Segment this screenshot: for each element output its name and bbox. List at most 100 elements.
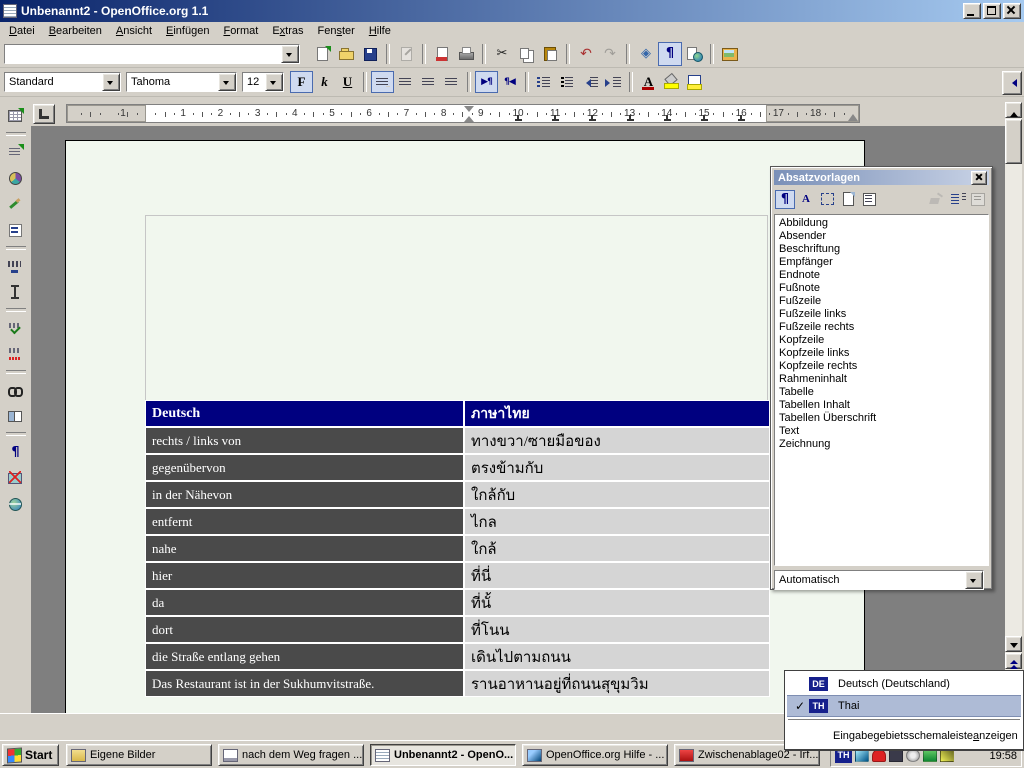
vertical-scrollbar[interactable] bbox=[1005, 102, 1022, 686]
insert-object-button[interactable] bbox=[4, 166, 28, 190]
spellcheck-button[interactable] bbox=[4, 316, 28, 340]
align-left-button[interactable] bbox=[371, 71, 394, 93]
style-item-beschriftung[interactable]: Beschriftung bbox=[777, 243, 988, 256]
antivirus-tray-icon[interactable] bbox=[872, 749, 886, 762]
paragraph-styles-button[interactable]: ¶ bbox=[775, 190, 795, 209]
minimize-button[interactable] bbox=[963, 3, 981, 19]
table-cell-german[interactable]: nahe bbox=[146, 536, 463, 561]
edit-file-button[interactable] bbox=[394, 42, 418, 66]
frame-styles-button[interactable] bbox=[817, 190, 837, 209]
style-item-rahmeninhalt[interactable]: Rahmeninhalt bbox=[777, 373, 988, 386]
style-item-kopfzeile-links[interactable]: Kopfzeile links bbox=[777, 347, 988, 360]
url-combobox[interactable] bbox=[4, 44, 300, 64]
align-center-button[interactable] bbox=[394, 71, 417, 93]
numbering-styles-button[interactable] bbox=[859, 190, 879, 209]
url-dropdown-button[interactable] bbox=[281, 45, 299, 63]
ruler-tab-stop[interactable] bbox=[627, 114, 634, 121]
maximize-button[interactable] bbox=[983, 3, 1001, 19]
new-document-button[interactable] bbox=[310, 42, 334, 66]
left-to-right-button[interactable]: ▶¶ bbox=[475, 71, 498, 93]
table-cell-german[interactable]: entfernt bbox=[146, 509, 463, 534]
language-menu-item-thai[interactable]: ✓THThai bbox=[787, 695, 1021, 717]
font-size-combobox[interactable]: 12 bbox=[242, 72, 284, 92]
data-sources-button[interactable] bbox=[4, 404, 28, 428]
style-item-text[interactable]: Text bbox=[777, 425, 988, 438]
hyperlink-dialog-button[interactable] bbox=[682, 42, 706, 66]
table-cell-thai[interactable]: ที่นั้ bbox=[465, 590, 769, 615]
increase-indent-button[interactable] bbox=[602, 71, 625, 93]
tab-stop-selector[interactable] bbox=[33, 104, 55, 124]
tablet-tray-icon[interactable] bbox=[940, 749, 954, 762]
taskbar-button-nach-dem-weg-fragen[interactable]: nach dem Weg fragen ... bbox=[218, 744, 364, 766]
page-styles-button[interactable] bbox=[838, 190, 858, 209]
language-menu-item-input-locale-bar[interactable]: Eingabegebietsschemaleiste anzeigen bbox=[787, 725, 1021, 747]
style-item-fuzeile-links[interactable]: Fußzeile links bbox=[777, 308, 988, 321]
style-item-kopfzeile-rechts[interactable]: Kopfzeile rechts bbox=[777, 360, 988, 373]
table-cell-german[interactable]: in der Nähevon bbox=[146, 482, 463, 507]
table-cell-thai[interactable]: ที่นี่ bbox=[465, 563, 769, 588]
copy-button[interactable] bbox=[514, 42, 538, 66]
table-cell-thai[interactable]: ไกล bbox=[465, 509, 769, 534]
menu-datei[interactable]: Datei bbox=[2, 23, 42, 39]
open-button[interactable] bbox=[334, 42, 358, 66]
form-functions-button[interactable] bbox=[4, 218, 28, 242]
previous-page-button[interactable] bbox=[1005, 653, 1022, 669]
table-cell-thai[interactable]: ทางขวา/ซายมือของ bbox=[465, 428, 769, 453]
table-header-german[interactable]: Deutsch bbox=[146, 401, 463, 426]
url-input[interactable] bbox=[5, 45, 281, 63]
direct-cursor-button[interactable] bbox=[4, 280, 28, 304]
document-table[interactable]: Deutschภาษาไทยrechts / links vonทางขวา/ซ… bbox=[145, 400, 770, 697]
table-cell-thai[interactable]: เดินไปตามถนน bbox=[465, 644, 769, 669]
paragraph-background-button[interactable] bbox=[683, 71, 706, 93]
scrollbar-thumb[interactable] bbox=[1005, 119, 1022, 164]
quickstarter-tray-icon[interactable] bbox=[855, 749, 869, 762]
export-pdf-button[interactable] bbox=[430, 42, 454, 66]
style-item-endnote[interactable]: Endnote bbox=[777, 269, 988, 282]
paragraph-style-dropdown-button[interactable] bbox=[102, 73, 120, 91]
document-page[interactable]: Deutschภาษาไทยrechts / links vonทางขวา/ซ… bbox=[65, 140, 865, 713]
taskbar-button-eigene-bilder[interactable]: Eigene Bilder bbox=[66, 744, 212, 766]
style-item-zeichnung[interactable]: Zeichnung bbox=[777, 438, 988, 451]
table-cell-german[interactable]: Das Restaurant ist in der Sukhumvitstraß… bbox=[146, 671, 463, 696]
volume-tray-icon[interactable] bbox=[906, 749, 920, 762]
indent-marker[interactable] bbox=[463, 105, 475, 122]
horizontal-ruler[interactable]: 1123456789101112131415161718 bbox=[66, 104, 860, 123]
online-layout-button[interactable] bbox=[4, 492, 28, 516]
style-item-abbildung[interactable]: Abbildung bbox=[777, 217, 988, 230]
print-button[interactable] bbox=[454, 42, 478, 66]
justify-button[interactable] bbox=[440, 71, 463, 93]
menu-ansicht[interactable]: Ansicht bbox=[109, 23, 159, 39]
stylist-button[interactable]: ¶ bbox=[658, 42, 682, 66]
cut-button[interactable]: ✂ bbox=[490, 42, 514, 66]
style-filter-dropdown-button[interactable] bbox=[965, 571, 983, 589]
character-styles-button[interactable]: A bbox=[796, 190, 816, 209]
table-cell-german[interactable]: rechts / links von bbox=[146, 428, 463, 453]
table-cell-thai[interactable]: ใกล้กับ bbox=[465, 482, 769, 507]
menu-einfugen[interactable]: Einfügen bbox=[159, 23, 216, 39]
right-indent-marker[interactable] bbox=[848, 109, 858, 121]
taskbar-button-unbenannt2-openo[interactable]: Unbenannt2 - OpenO... bbox=[370, 744, 516, 766]
ruler-tab-stop[interactable] bbox=[515, 114, 522, 121]
numbering-button[interactable] bbox=[533, 71, 556, 93]
fill-format-mode-button[interactable] bbox=[926, 190, 946, 209]
ruler-tab-stop[interactable] bbox=[589, 114, 596, 121]
table-cell-german[interactable]: die Straße entlang gehen bbox=[146, 644, 463, 669]
ruler-tab-stop[interactable] bbox=[701, 114, 708, 121]
ruler-tab-stop[interactable] bbox=[552, 114, 559, 121]
style-item-tabellen-uberschrift[interactable]: Tabellen Überschrift bbox=[777, 412, 988, 425]
font-color-button[interactable]: A bbox=[637, 71, 660, 93]
menu-hilfe[interactable]: Hilfe bbox=[362, 23, 398, 39]
ruler-tab-stop[interactable] bbox=[664, 114, 671, 121]
gallery-button[interactable] bbox=[718, 42, 742, 66]
style-item-funote[interactable]: Fußnote bbox=[777, 282, 988, 295]
insert-table-button[interactable] bbox=[4, 104, 28, 128]
table-cell-german[interactable]: gegenübervon bbox=[146, 455, 463, 480]
scroll-down-button[interactable] bbox=[1005, 636, 1022, 652]
table-cell-german[interactable]: hier bbox=[146, 563, 463, 588]
toolbar-scroll-left-button[interactable] bbox=[1002, 71, 1022, 95]
decrease-indent-button[interactable] bbox=[579, 71, 602, 93]
paragraph-style-combobox[interactable]: Standard bbox=[4, 72, 121, 92]
graphics-onoff-button[interactable] bbox=[4, 466, 28, 490]
style-item-fuzeile[interactable]: Fußzeile bbox=[777, 295, 988, 308]
right-to-left-button[interactable]: ¶◀ bbox=[498, 71, 521, 93]
